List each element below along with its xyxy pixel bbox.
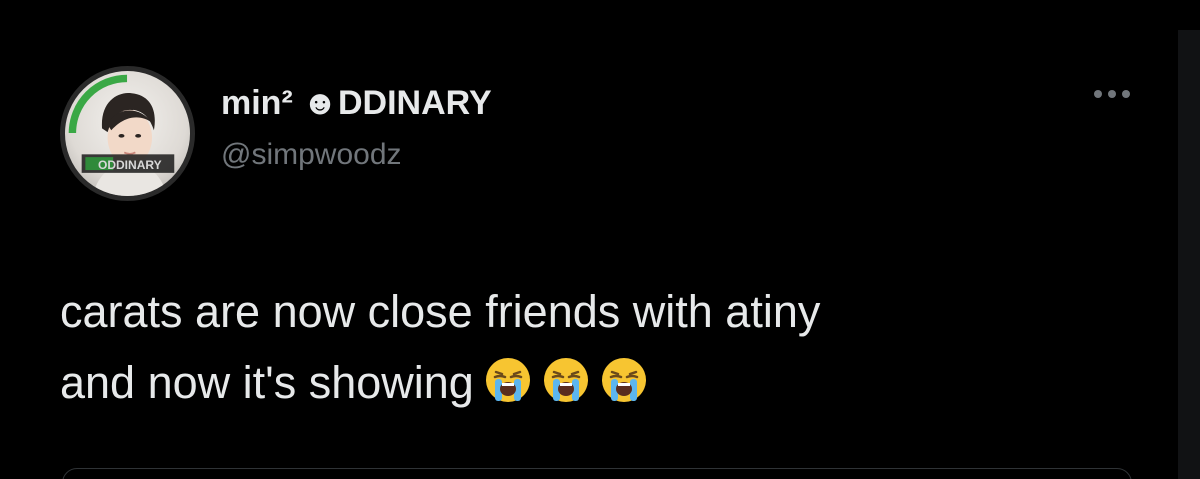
loudly-crying-face-icon bbox=[601, 358, 646, 402]
loudly-crying-face-icon bbox=[543, 358, 588, 402]
author-name-row: min² ☻DDINARY bbox=[221, 84, 492, 123]
tweet-text-line-content: and now it's showing bbox=[60, 357, 474, 408]
scrollbar[interactable] bbox=[1178, 30, 1200, 479]
tweet-text-line: and now it's showing bbox=[60, 347, 1110, 418]
dot-icon bbox=[1094, 90, 1102, 98]
dot-icon bbox=[1122, 90, 1130, 98]
avatar[interactable]: ODDINARY bbox=[60, 66, 195, 201]
loudly-crying-face-icon bbox=[485, 358, 530, 402]
avatar-badge-text: ODDINARY bbox=[98, 158, 162, 172]
dot-icon bbox=[1108, 90, 1116, 98]
display-name[interactable]: min² ☻DDINARY bbox=[221, 84, 492, 123]
quoted-card-edge[interactable] bbox=[62, 468, 1132, 479]
tweet-text-line: carats are now close friends with atiny bbox=[60, 286, 821, 337]
tweet: ODDINARY min² ☻DDINARY @simpwoodz carats… bbox=[0, 0, 1200, 479]
author-handle[interactable]: @simpwoodz bbox=[221, 138, 402, 172]
emoji-group bbox=[484, 356, 648, 404]
tweet-text: carats are now close friends with atiny … bbox=[60, 276, 1110, 418]
more-options-icon[interactable] bbox=[1094, 90, 1130, 98]
